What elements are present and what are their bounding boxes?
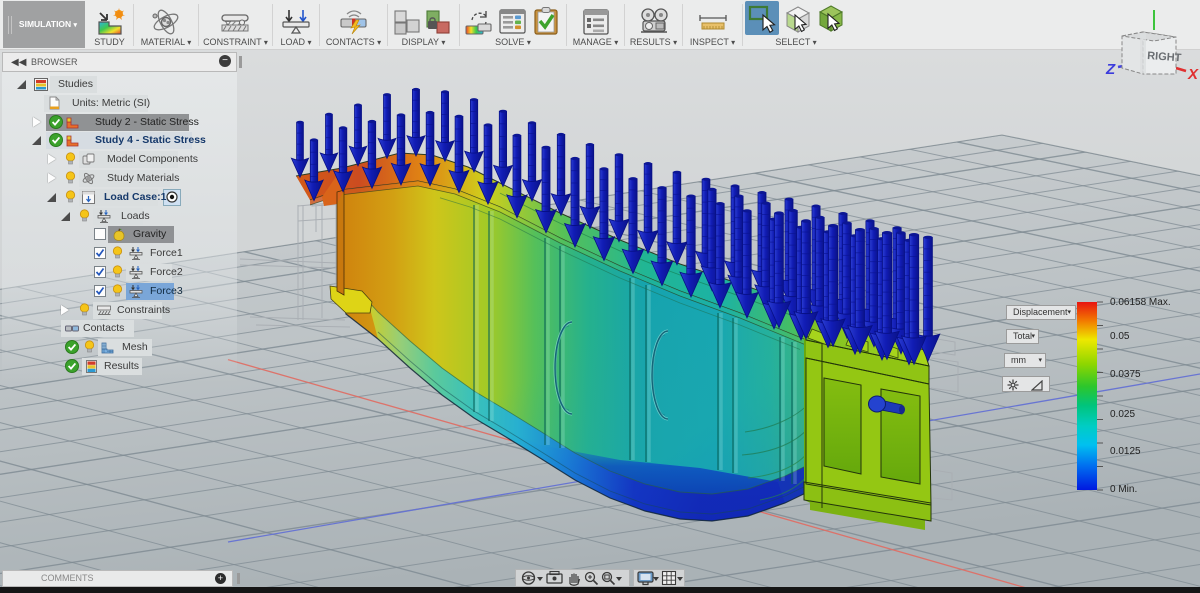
svg-text:Z: Z [1105,61,1116,78]
svg-text:RIGHT: RIGHT [1147,50,1182,64]
svg-text:X: X [1187,66,1199,80]
